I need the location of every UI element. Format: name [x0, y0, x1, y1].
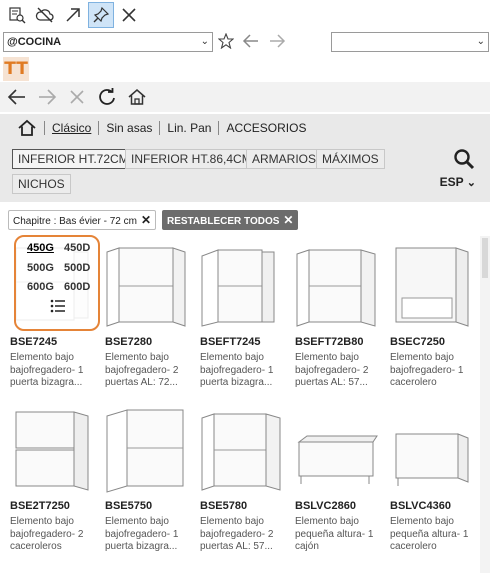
- catalog-select-value: @COCINA: [7, 36, 62, 48]
- category-maximos[interactable]: MÁXIMOS: [316, 149, 385, 169]
- chevron-down-icon: ⌄: [476, 36, 485, 47]
- breadcrumb-item-clasico[interactable]: Clásico: [52, 121, 91, 135]
- breadcrumb-separator: [98, 121, 100, 135]
- product-code: BSE7245: [10, 336, 58, 348]
- product-description: Elemento bajo bajofregadero- 2 caceroler…: [10, 516, 84, 552]
- product-image: [390, 242, 476, 330]
- product-code: BSE5750: [105, 500, 153, 512]
- variant-option[interactable]: 450D: [64, 242, 90, 254]
- language-select[interactable]: ESP ⌄: [440, 175, 476, 189]
- product-code: BSEC7250: [390, 336, 446, 348]
- product-image: [10, 406, 96, 494]
- back-arrow-icon[interactable]: [5, 85, 29, 109]
- product-description: Elemento bajo pequeña altura- 1 cacerole…: [390, 516, 469, 552]
- product-card[interactable]: BSEFT7245 Elemento bajo bajofregadero- 1…: [200, 242, 292, 390]
- product-card[interactable]: BSE2T7250 Elemento bajo bajofregadero- 2…: [10, 406, 102, 554]
- breadcrumb: Clásico Sin asas Lin. Pan ACCESORIOS: [0, 114, 490, 142]
- reset-filters-label: RESTABLECER TODOS: [167, 216, 280, 227]
- chevron-down-icon: ⌄: [466, 177, 476, 189]
- home-icon[interactable]: [125, 85, 149, 109]
- category-bar: INFERIOR HT.72CM INFERIOR HT.86,4CM ARMA…: [0, 142, 490, 202]
- product-image: [105, 406, 191, 494]
- product-description: Elemento bajo bajofregadero- 2 puertas A…: [200, 516, 274, 552]
- product-code: BSE2T7250: [10, 500, 70, 512]
- breadcrumb-separator: [44, 121, 45, 135]
- arrow-up-right-icon[interactable]: [60, 2, 86, 28]
- product-card[interactable]: BSEC7250 Elemento bajo bajofregadero- 1 …: [390, 242, 478, 390]
- product-image: [200, 242, 286, 330]
- product-card[interactable]: BSEFT72B80 Elemento bajo bajofregadero- …: [295, 242, 387, 390]
- product-code: BSLVC4360: [390, 500, 451, 512]
- address-row: @COCINA ⌄ ⌄: [0, 31, 490, 53]
- search-icon[interactable]: [453, 148, 475, 175]
- product-image: [200, 406, 286, 494]
- category-inferior-86[interactable]: INFERIOR HT.86,4CM: [125, 149, 258, 169]
- browser-nav: [0, 82, 490, 112]
- product-card[interactable]: BSE7280 Elemento bajo bajofregadero- 2 p…: [105, 242, 197, 390]
- product-image: [390, 406, 476, 494]
- product-description: Elemento bajo bajofregadero- 2 puertas A…: [105, 352, 179, 388]
- breadcrumb-separator: [218, 121, 220, 135]
- scrollbar[interactable]: [480, 236, 490, 573]
- forward-small-icon[interactable]: [268, 33, 286, 54]
- chevron-down-icon: ⌄: [200, 36, 209, 47]
- category-nichos[interactable]: NICHOS: [12, 174, 71, 194]
- close-icon[interactable]: ✕: [141, 213, 151, 227]
- product-card[interactable]: BSE5750 Elemento bajo bajofregadero- 1 p…: [105, 406, 197, 554]
- variant-option[interactable]: 600D: [64, 281, 90, 293]
- product-image: [105, 242, 191, 330]
- close-icon[interactable]: ✕: [283, 213, 293, 227]
- breadcrumb-item-lin-pan[interactable]: Lin. Pan: [167, 121, 211, 135]
- star-icon[interactable]: [217, 32, 235, 54]
- catalog-home-icon[interactable]: [17, 118, 37, 138]
- cloud-off-icon[interactable]: [32, 2, 58, 28]
- reset-filters-button[interactable]: RESTABLECER TODOS ✕: [162, 210, 299, 230]
- logo-row: TT: [0, 55, 490, 81]
- close-icon[interactable]: [116, 2, 142, 28]
- top-toolbar: [0, 0, 490, 30]
- catalog-select[interactable]: @COCINA ⌄: [3, 32, 213, 52]
- product-code: BSLVC2860: [295, 500, 356, 512]
- variant-option[interactable]: 450G: [27, 242, 54, 254]
- product-description: Elemento bajo bajofregadero- 1 caceroler…: [390, 352, 464, 388]
- filter-chip-label: Chapitre : Bas évier - 72 cm: [13, 216, 137, 227]
- stop-icon[interactable]: [65, 85, 89, 109]
- breadcrumb-separator: [159, 121, 161, 135]
- breadcrumb-item-accesorios[interactable]: ACCESORIOS: [226, 121, 306, 135]
- product-code: BSE7280: [105, 336, 153, 348]
- breadcrumb-item-sin-asas[interactable]: Sin asas: [106, 121, 152, 135]
- scrollbar-thumb[interactable]: [482, 238, 488, 278]
- pin-icon[interactable]: [88, 2, 114, 28]
- product-code: BSEFT7245: [200, 336, 261, 348]
- product-description: Elemento bajo bajofregadero- 1 puerta bi…: [10, 352, 84, 388]
- product-description: Elemento bajo bajofregadero- 1 puerta bi…: [200, 352, 274, 388]
- language-value: ESP: [439, 175, 464, 189]
- variant-option[interactable]: 500D: [64, 262, 90, 274]
- product-image: [295, 242, 381, 330]
- product-card[interactable]: BSLVC4360 Elemento bajo pequeña altura- …: [390, 406, 478, 554]
- product-card[interactable]: BSLVC2860 Elemento bajo pequeña altura- …: [295, 406, 387, 554]
- variant-option[interactable]: 500G: [27, 262, 54, 274]
- report-search-icon[interactable]: [4, 2, 30, 28]
- product-image: [295, 406, 381, 494]
- product-description: Elemento bajo bajofregadero- 1 puerta bi…: [105, 516, 179, 552]
- variant-selector: 450G 450D 500G 500D 600G 600D: [14, 235, 100, 331]
- forward-arrow-icon[interactable]: [35, 85, 59, 109]
- category-inferior-72[interactable]: INFERIOR HT.72CM: [12, 149, 135, 169]
- refresh-icon[interactable]: [95, 85, 119, 109]
- product-description: Elemento bajo bajofregadero- 2 puertas A…: [295, 352, 369, 388]
- filter-chip[interactable]: Chapitre : Bas évier - 72 cm ✕: [8, 210, 156, 230]
- variant-option[interactable]: 600G: [27, 281, 54, 293]
- product-description: Elemento bajo pequeña altura- 1 cajón: [295, 516, 374, 552]
- list-icon[interactable]: [50, 299, 66, 318]
- secondary-select[interactable]: ⌄: [331, 32, 489, 52]
- back-small-icon[interactable]: [242, 33, 260, 54]
- category-armarios[interactable]: ARMARIOS: [246, 149, 323, 169]
- app-logo[interactable]: TT: [3, 57, 29, 81]
- product-card[interactable]: BSE5780 Elemento bajo bajofregadero- 2 p…: [200, 406, 292, 554]
- product-code: BSE5780: [200, 500, 248, 512]
- product-code: BSEFT72B80: [295, 336, 364, 348]
- active-filters: Chapitre : Bas évier - 72 cm ✕ RESTABLECE…: [0, 208, 490, 234]
